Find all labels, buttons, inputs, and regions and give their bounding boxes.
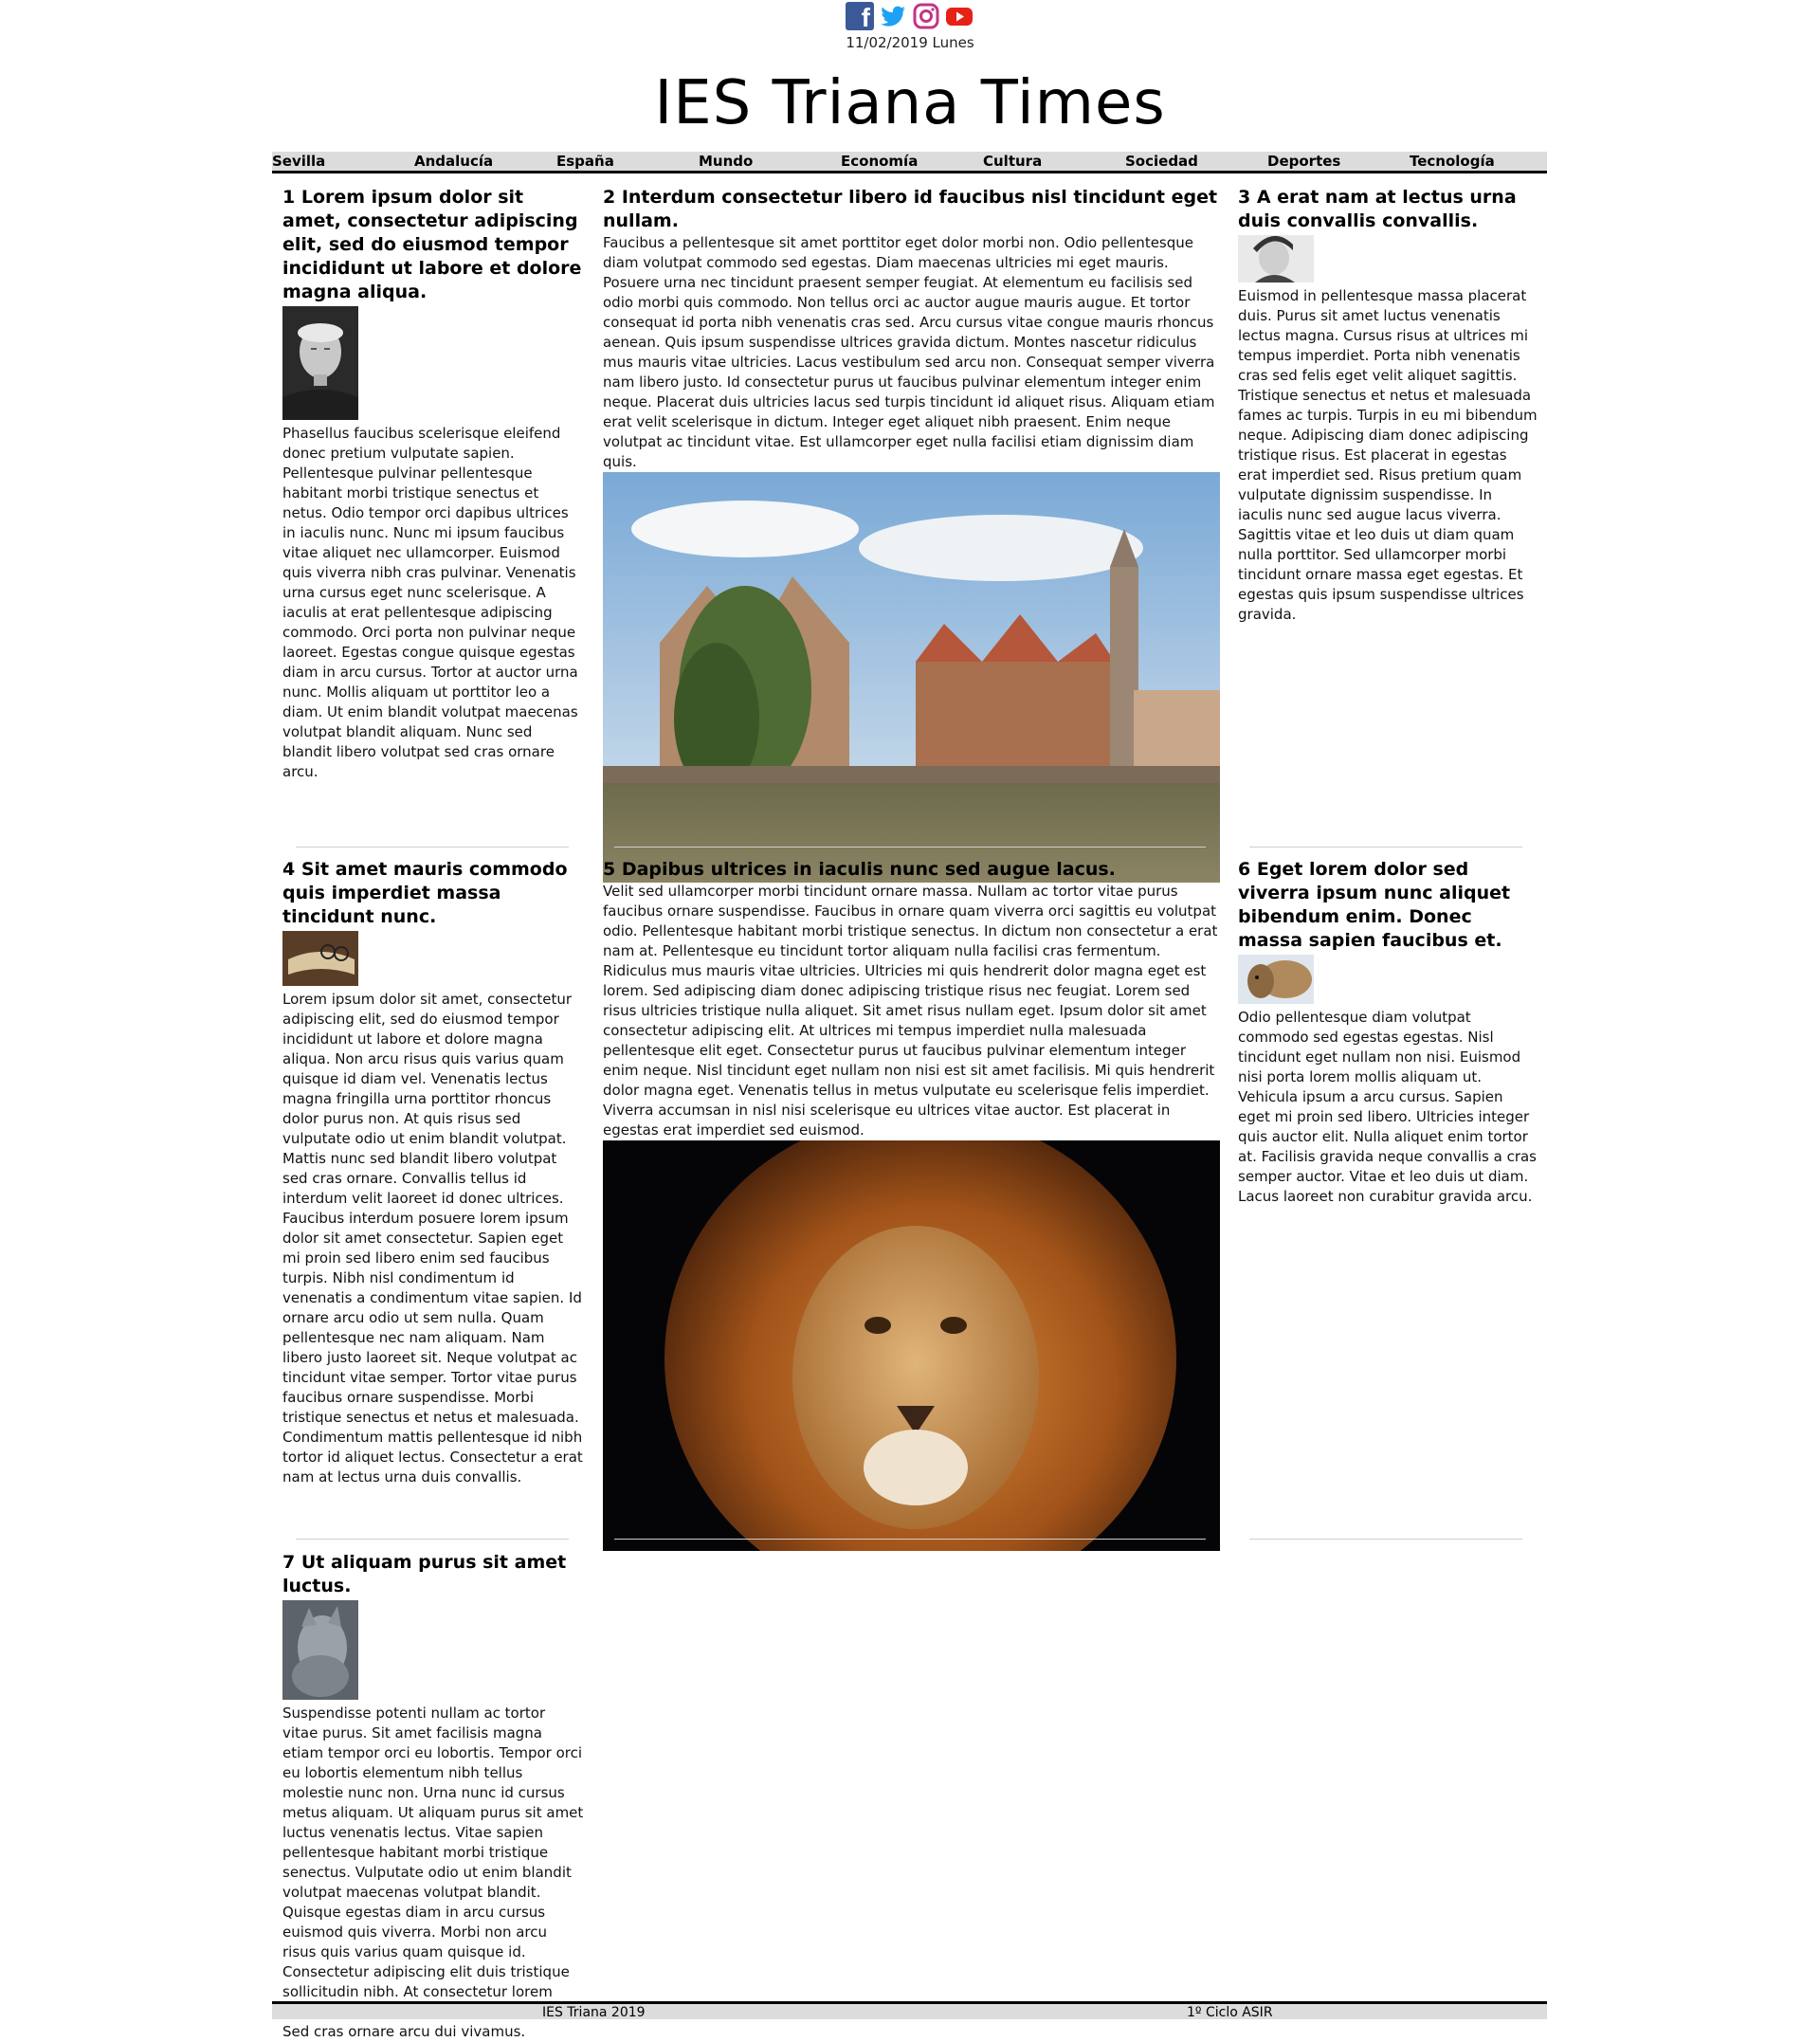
article-title[interactable]: 7 Ut aliquam purus sit amet luctus.	[282, 1551, 584, 1598]
social-icons	[846, 2, 974, 33]
article-body: Velit sed ullamcorper morbi tincidunt or…	[603, 883, 1218, 1139]
old-man-photo	[282, 306, 358, 420]
article-title[interactable]: 1 Lorem ipsum dolor sit amet, consectetu…	[282, 186, 584, 304]
facebook-icon[interactable]	[846, 2, 874, 33]
nav-item-mundo[interactable]: Mundo	[699, 153, 753, 170]
article-title[interactable]: 4 Sit amet mauris commodo quis imperdiet…	[282, 858, 584, 929]
article-title[interactable]: 5 Dapibus ultrices in iaculis nunc sed a…	[603, 858, 1220, 882]
nav-item-sociedad[interactable]: Sociedad	[1125, 153, 1198, 170]
article-body: Euismod in pellentesque massa placerat d…	[1238, 287, 1538, 623]
nav-item-andalucia[interactable]: Andalucía	[414, 153, 493, 170]
youtube-icon[interactable]	[945, 2, 974, 30]
nav-item-tecnologia[interactable]: Tecnología	[1410, 153, 1495, 170]
lion-photo	[603, 1140, 1220, 1551]
footer-left: IES Triana 2019	[542, 2005, 646, 2020]
page-title: IES Triana Times	[654, 68, 1166, 138]
article-title[interactable]: 2 Interdum consectetur libero id faucibu…	[603, 186, 1220, 233]
article-body: Odio pellentesque diam volutpat commodo …	[1238, 1009, 1537, 1205]
book-glasses-photo	[282, 931, 358, 986]
sheep-photo	[1238, 955, 1314, 1004]
divider	[1249, 1539, 1522, 1540]
nav-item-economia[interactable]: Economía	[841, 153, 918, 170]
footer: IES Triana 2019 1º Ciclo ASIR	[272, 2001, 1547, 2020]
date-label: 11/02/2019 Lunes	[846, 34, 974, 51]
footer-right: 1º Ciclo ASIR	[1187, 2005, 1273, 2020]
instagram-icon[interactable]	[912, 2, 940, 30]
article-title[interactable]: 6 Eget lorem dolor sed viverra ipsum nun…	[1238, 858, 1539, 953]
article-body: Faucibus a pellentesque sit amet porttit…	[603, 234, 1215, 470]
article-7: 7 Ut aliquam purus sit amet luctus. Susp…	[282, 1551, 584, 2042]
nav-item-sevilla[interactable]: Sevilla	[272, 153, 325, 170]
nav-item-cultura[interactable]: Cultura	[983, 153, 1042, 170]
article-body: Lorem ipsum dolor sit amet, consectetur …	[282, 991, 583, 1486]
twitter-icon[interactable]	[879, 2, 907, 30]
woman-portrait-photo	[1238, 235, 1314, 283]
divider	[296, 847, 569, 848]
section-nav: Sevilla Andalucía España Mundo Economía …	[272, 152, 1547, 173]
article-title[interactable]: 3 A erat nam at lectus urna duis convall…	[1238, 186, 1539, 233]
divider	[614, 847, 1206, 848]
article-body: Phasellus faucibus scelerisque eleifend …	[282, 425, 578, 780]
article-6: 6 Eget lorem dolor sed viverra ipsum nun…	[1238, 858, 1539, 1207]
article-4: 4 Sit amet mauris commodo quis imperdiet…	[282, 858, 584, 1487]
article-3: 3 A erat nam at lectus urna duis convall…	[1238, 186, 1539, 625]
cat-photo	[282, 1600, 358, 1700]
divider	[1249, 847, 1522, 848]
article-1: 1 Lorem ipsum dolor sit amet, consectetu…	[282, 186, 584, 782]
nav-item-deportes[interactable]: Deportes	[1267, 153, 1340, 170]
divider	[296, 1539, 569, 1540]
article-5: 5 Dapibus ultrices in iaculis nunc sed a…	[603, 858, 1220, 1551]
article-body: Suspendisse potenti nullam ac tortor vit…	[282, 1705, 584, 2040]
nav-item-espana[interactable]: España	[556, 153, 614, 170]
canal-town-photo	[603, 472, 1220, 883]
article-2: 2 Interdum consectetur libero id faucibu…	[603, 186, 1220, 883]
divider	[614, 1539, 1206, 1540]
